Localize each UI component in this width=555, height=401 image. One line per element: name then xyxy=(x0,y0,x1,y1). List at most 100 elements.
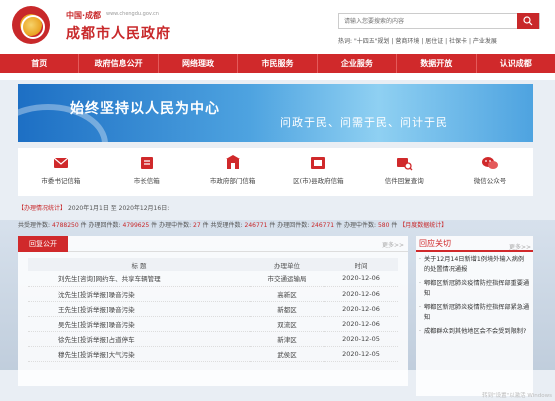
row-unit: 新都区 xyxy=(250,301,324,317)
table-row[interactable]: 徐先生[投诉举报]占道停车 新津区 2020-12-05 xyxy=(28,331,398,347)
focus-panel: 回应关切 更多>> 关于12月14日新增1例境外输入病例的处置情况通报 郫都区新… xyxy=(416,236,533,396)
windows-activation-watermark: 转到"设置"以激活 Windows xyxy=(482,393,552,399)
stat-unit: 件 xyxy=(80,222,87,229)
site-logo[interactable] xyxy=(12,6,50,44)
row-date: 2020-12-05 xyxy=(324,346,398,362)
nav-item-home[interactable]: 首页 xyxy=(0,54,80,73)
row-title[interactable]: 穆先生[投诉举报]大气污染 xyxy=(28,346,250,362)
nav-item-online-governance[interactable]: 网络理政 xyxy=(159,54,239,73)
tab-reply-public[interactable]: 回复公开 xyxy=(18,236,68,252)
service-label: 市政府部门信箱 xyxy=(209,177,256,185)
row-unit: 新津区 xyxy=(250,331,324,347)
site-header: 中国·成都 www.chengdu.gov.cn 成都市人民政府 热词: "十四… xyxy=(0,0,555,52)
column-header-title: 标 题 xyxy=(28,258,250,271)
row-date: 2020-12-06 xyxy=(324,316,398,332)
stat-publish: 246771 xyxy=(244,222,268,229)
site-top-label: 中国·成都 xyxy=(66,11,102,20)
search-icon xyxy=(523,16,533,26)
hot-words-label: 热词: xyxy=(338,38,353,45)
focus-list: 关于12月14日新增1例境外输入病例的处置情况通报 郫都区新冠肺炎疫情防控指挥部… xyxy=(416,252,533,345)
stat-label: 共受理件数: xyxy=(18,222,51,229)
main-nav: 首页 政府信息公开 网络理政 市民服务 企业服务 数据开放 认识成都 xyxy=(0,54,555,73)
slogan-banner: 始终坚持以人民为中心 问政于民、问需于民、问计于民 xyxy=(18,84,533,142)
row-unit: 双流区 xyxy=(250,316,324,332)
row-title[interactable]: 吴先生[投诉举报]噪音污染 xyxy=(28,316,250,332)
site-name[interactable]: 成都市人民政府 xyxy=(66,23,171,43)
focus-panel-title[interactable]: 回应关切 xyxy=(419,239,451,248)
row-unit: 市交通运输局 xyxy=(250,271,324,287)
table-row[interactable]: 王先生[投诉举报]噪音污染 新都区 2020-12-06 xyxy=(28,301,398,317)
service-label: 微信公众号 xyxy=(473,177,507,185)
site-url: www.chengdu.gov.cn xyxy=(106,11,159,17)
service-label: 区(市)县政府信箱 xyxy=(293,177,344,185)
nav-item-about-chengdu[interactable]: 认识成都 xyxy=(477,54,555,73)
list-item[interactable]: 成都群众到其他地区会不会受到限制? xyxy=(419,327,530,337)
region-mail-icon xyxy=(311,157,326,169)
hot-word-link[interactable]: 社保卡 xyxy=(449,38,467,45)
service-department-mailbox[interactable]: 市政府部门信箱 xyxy=(190,148,276,196)
nav-item-citizen-services[interactable]: 市民服务 xyxy=(238,54,318,73)
search-box xyxy=(338,13,540,29)
row-unit: 武侯区 xyxy=(250,346,324,362)
row-title[interactable]: 王先生[投诉举报]噪音污染 xyxy=(28,301,250,317)
stats-line: 共受理件数: 4788250 件 办理回件数: 4799625 件 办理中件数:… xyxy=(18,220,447,229)
search-button[interactable] xyxy=(517,13,539,29)
mailbox-services: 市委书记信箱 市长信箱 市政府部门信箱 区(市)县政府信箱 信件回复查询 微信公… xyxy=(18,148,533,196)
stat-label: 办理中件数: xyxy=(343,222,377,229)
row-date: 2020-12-05 xyxy=(324,331,398,347)
service-reply-query[interactable]: 信件回复查询 xyxy=(361,148,447,196)
nav-item-business-services[interactable]: 企业服务 xyxy=(318,54,398,73)
wechat-icon xyxy=(482,157,499,169)
row-date: 2020-12-06 xyxy=(324,286,398,302)
row-title[interactable]: 沈先生[投诉举报]噪音污染 xyxy=(28,286,250,302)
stats-label[interactable]: 【办理情况统计】 xyxy=(18,205,66,212)
search-input[interactable] xyxy=(339,14,514,28)
building-mail-icon xyxy=(225,155,240,169)
hot-word-link[interactable]: "十四五"规划 xyxy=(354,38,390,45)
stat-unit: 件 xyxy=(202,222,209,229)
row-unit: 高新区 xyxy=(250,286,324,302)
stat-label: 共受理件数: xyxy=(210,222,243,229)
focus-panel-header: 回应关切 更多>> xyxy=(416,236,533,252)
table-row[interactable]: 刘先生[咨询]网约车、共享车辆管理 市交通运输局 2020-12-06 xyxy=(28,271,398,287)
banner-subslogan: 问政于民、问需于民、问计于民 xyxy=(280,116,448,129)
stat-reply: 246771 xyxy=(311,222,335,229)
hot-word-link[interactable]: 营商环境 xyxy=(395,38,419,45)
reply-panel-header: 回复公开 更多>> xyxy=(18,236,408,252)
service-district-mailbox[interactable]: 区(市)县政府信箱 xyxy=(275,148,361,196)
stats-period: 2020年1月1日 至 2020年12月16日: xyxy=(67,205,170,212)
stat-handled: 4799625 xyxy=(122,222,150,229)
nav-item-open-data[interactable]: 数据开放 xyxy=(397,54,477,73)
reply-more-link[interactable]: 更多>> xyxy=(382,240,404,249)
service-mayor-mailbox[interactable]: 市长信箱 xyxy=(104,148,190,196)
hot-word-link[interactable]: 居住证 xyxy=(425,38,443,45)
row-date: 2020-12-06 xyxy=(324,271,398,287)
reply-table: 标 题 办理单位 时间 刘先生[咨询]网约车、共享车辆管理 市交通运输局 202… xyxy=(28,258,398,362)
service-wechat[interactable]: 微信公众号 xyxy=(447,148,533,196)
row-title[interactable]: 徐先生[投诉举报]占道停车 xyxy=(28,331,250,347)
row-title[interactable]: 刘先生[咨询]网约车、共享车辆管理 xyxy=(28,271,250,287)
list-item[interactable]: 关于12月14日新增1例境外输入病例的处置情况通报 xyxy=(419,255,530,274)
table-row[interactable]: 穆先生[投诉举报]大气污染 武侯区 2020-12-05 xyxy=(28,346,398,362)
service-label: 市委书记信箱 xyxy=(41,177,81,185)
list-item[interactable]: 郫都区新冠肺炎疫情防控指挥部重要通知 xyxy=(419,279,530,298)
mail-icon xyxy=(53,157,69,168)
table-row[interactable]: 吴先生[投诉举报]噪音污染 双流区 2020-12-06 xyxy=(28,316,398,332)
service-party-secretary-mailbox[interactable]: 市委书记信箱 xyxy=(18,148,104,196)
stat-processing: 27 xyxy=(193,222,201,229)
table-row[interactable]: 沈先生[投诉举报]噪音污染 高新区 2020-12-06 xyxy=(28,286,398,302)
service-label: 市长信箱 xyxy=(133,177,160,185)
focus-more-link[interactable]: 更多>> xyxy=(509,240,531,255)
banner-slogan: 始终坚持以人民为中心 xyxy=(70,101,220,117)
monthly-stats-link[interactable]: 【月度数据统计】 xyxy=(399,222,447,229)
list-item[interactable]: 郫都区新冠肺炎疫情防控指挥部紧急通知 xyxy=(419,303,530,322)
nav-item-gov-info[interactable]: 政府信息公开 xyxy=(79,54,159,73)
stat-label: 办理中件数: xyxy=(159,222,192,229)
reply-panel: 回复公开 更多>> 标 题 办理单位 时间 刘先生[咨询]网约车、共享车辆管理 … xyxy=(18,236,408,386)
hot-word-link[interactable]: 产业发展 xyxy=(473,38,497,45)
column-header-date: 时间 xyxy=(324,258,398,271)
search-mail-icon xyxy=(397,158,413,171)
stats-header: 【办理情况统计】 2020年1月1日 至 2020年12月16日: xyxy=(18,203,169,212)
stat-accepted: 4788250 xyxy=(51,222,79,229)
service-label: 信件回复查询 xyxy=(384,177,424,185)
